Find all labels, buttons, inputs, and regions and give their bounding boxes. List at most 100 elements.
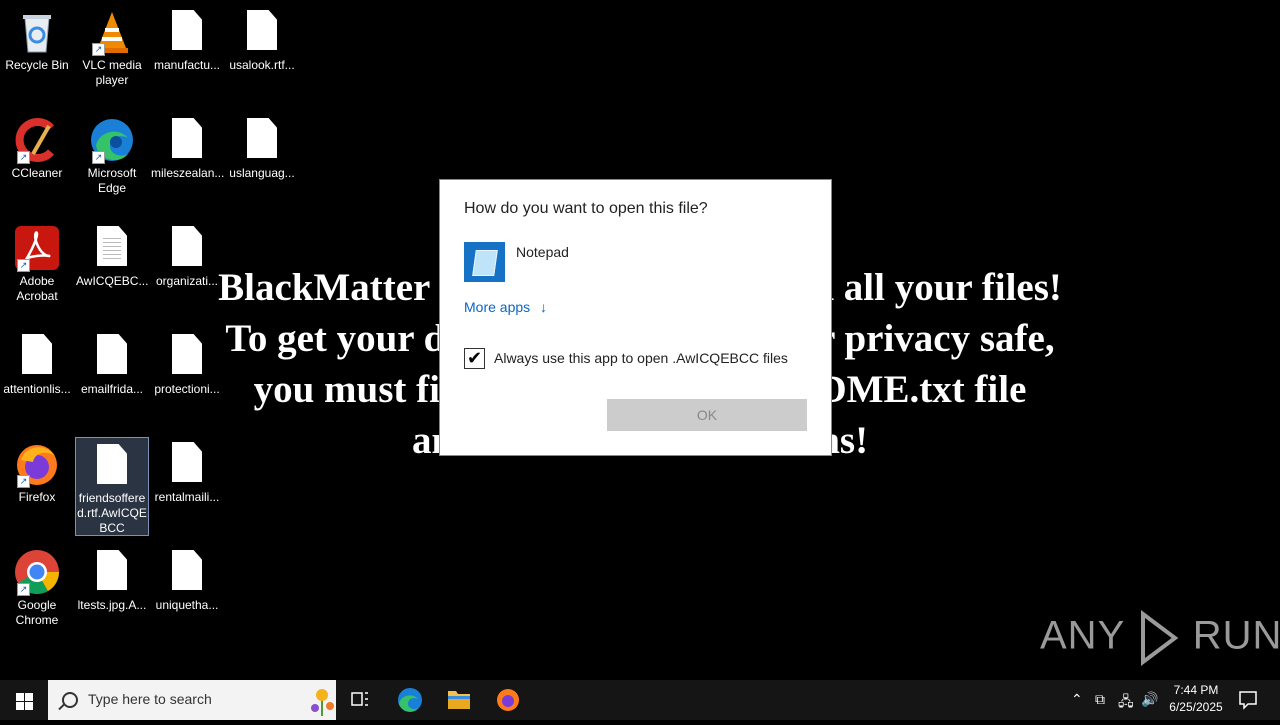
icon-label: attentionlis... [3,382,71,396]
file-icon [172,334,202,374]
folder-icon [448,691,470,709]
shortcut-arrow-icon: ↗ [17,583,30,596]
watermark-text-left: ANY [1040,613,1125,658]
edge-icon: ↗ [88,116,136,164]
desktop-icon-ccleaner[interactable]: ↗ CCleaner [0,112,74,212]
action-center-button[interactable] [1226,680,1270,720]
open-with-dialog: How do you want to open this file? Notep… [440,180,831,455]
shortcut-arrow-icon: ↗ [92,151,105,164]
always-use-label: Always use this app to open .AwICQEBCC f… [494,350,788,366]
desktop-icon-file[interactable]: AwICQEBC... [75,220,149,320]
icon-label: Google Chrome [15,598,59,627]
taskbar: Type here to search ⌃ ⧉ 🖧 🔊 7:44 PM 6/25… [0,680,1280,720]
app-option-notepad[interactable]: Notepad [464,242,804,286]
text-file-icon [97,226,127,266]
icon-label: uslanguag... [229,166,295,180]
file-icon [97,334,127,374]
file-icon [247,10,277,50]
desktop-icon-file[interactable]: uniquetha... [150,544,224,644]
taskbar-file-explorer-button[interactable] [435,680,483,720]
always-use-checkbox[interactable]: ✔ [464,348,485,369]
icon-label: mileszealan... [151,166,225,180]
firefox-icon [497,689,519,711]
task-view-button[interactable] [336,680,384,720]
icon-label: usalook.rtf... [229,58,295,72]
desktop-icon-microsoft-edge[interactable]: ↗ Microsoft Edge [75,112,149,212]
ccleaner-icon: ↗ [13,116,61,164]
app-option-label: Notepad [516,244,569,260]
shortcut-arrow-icon: ↗ [92,43,105,56]
file-icon [247,118,277,158]
desktop-icon-recycle-bin[interactable]: Recycle Bin [0,4,74,104]
firefox-icon: ↗ [13,440,61,488]
start-button[interactable] [0,680,48,720]
desktop-icon-file[interactable]: attentionlis... [0,328,74,428]
desktop-icon-vlc[interactable]: ↗ VLC media player [75,4,149,104]
desktop-icon-file[interactable]: uslanguag... [225,112,299,212]
desktop-icon-file[interactable]: ltests.jpg.A... [75,544,149,644]
icon-label: ltests.jpg.A... [77,598,147,612]
usb-device-icon[interactable]: ⧉ [1095,691,1105,708]
clock-date: 6/25/2025 [1169,700,1223,714]
shortcut-arrow-icon: ↗ [17,475,30,488]
taskbar-firefox-button[interactable] [484,680,532,720]
network-icon[interactable]: 🖧 [1118,691,1134,715]
icon-label: rentalmaili... [154,490,220,504]
more-apps-link[interactable]: More apps ↓ [464,299,547,315]
icon-label: protectioni... [154,382,220,396]
desktop-icon-file[interactable]: emailfrida... [75,328,149,428]
icon-label: friendsoffered.rtf.AwICQEBCC [77,491,147,535]
file-icon [97,444,127,484]
file-icon [172,442,202,482]
desktop-icon-file[interactable]: usalook.rtf... [225,4,299,104]
icon-label: Recycle Bin [5,58,69,72]
show-hidden-icons-chevron-icon[interactable]: ⌃ [1071,691,1083,708]
icon-label: uniquetha... [155,598,219,612]
adobe-acrobat-icon: ↗ [13,224,61,272]
file-icon [172,118,202,158]
icon-label: AwICQEBC... [76,274,149,288]
desktop-icon-file[interactable]: mileszealan... [150,112,224,212]
icon-label: emailfrida... [80,382,144,396]
shortcut-arrow-icon: ↗ [17,259,30,272]
file-icon [172,226,202,266]
play-logo-icon [1140,610,1178,666]
vlc-icon: ↗ [88,8,136,56]
anyrun-watermark: ANY RUN [1040,610,1280,670]
file-icon [22,334,52,374]
icon-label: organizati... [155,274,219,288]
taskbar-search-box[interactable]: Type here to search [48,680,336,720]
desktop-icon-firefox[interactable]: ↗ Firefox [0,436,74,536]
search-icon [62,692,78,708]
taskbar-edge-button[interactable] [386,680,434,720]
file-icon [97,550,127,590]
arrow-down-icon: ↓ [540,299,548,315]
notification-icon [1239,691,1257,710]
icon-label: CCleaner [11,166,63,180]
edge-icon [398,688,422,712]
ok-button[interactable]: OK [607,399,807,431]
desktop-icon-file-selected[interactable]: friendsoffered.rtf.AwICQEBCC [75,437,149,536]
file-icon [172,550,202,590]
chrome-icon: ↗ [13,548,61,596]
recycle-bin-icon [13,8,61,56]
desktop-icon-file[interactable]: rentalmaili... [150,436,224,536]
desktop-icon-file[interactable]: manufactu... [150,4,224,104]
volume-icon[interactable]: 🔊 [1141,691,1158,708]
file-icon [172,10,202,50]
watermark-text-right: RUN [1192,613,1280,658]
search-highlight-flower-icon [311,689,334,716]
desktop-icon-google-chrome[interactable]: ↗ Google Chrome [0,544,74,644]
desktop-icon-file[interactable]: protectioni... [150,328,224,428]
icon-label: manufactu... [153,58,221,72]
taskbar-clock[interactable]: 7:44 PM 6/25/2025 [1160,682,1232,716]
clock-time: 7:44 PM [1173,683,1219,697]
icon-label: Firefox [18,490,56,504]
search-placeholder: Type here to search [88,691,212,707]
desktop-icon-adobe-acrobat[interactable]: ↗ Adobe Acrobat [0,220,74,320]
dialog-title: How do you want to open this file? [464,200,708,217]
shortcut-arrow-icon: ↗ [17,151,30,164]
more-apps-label: More apps [464,299,531,315]
icon-label: VLC media player [82,58,142,87]
desktop-icon-file[interactable]: organizati... [150,220,224,320]
